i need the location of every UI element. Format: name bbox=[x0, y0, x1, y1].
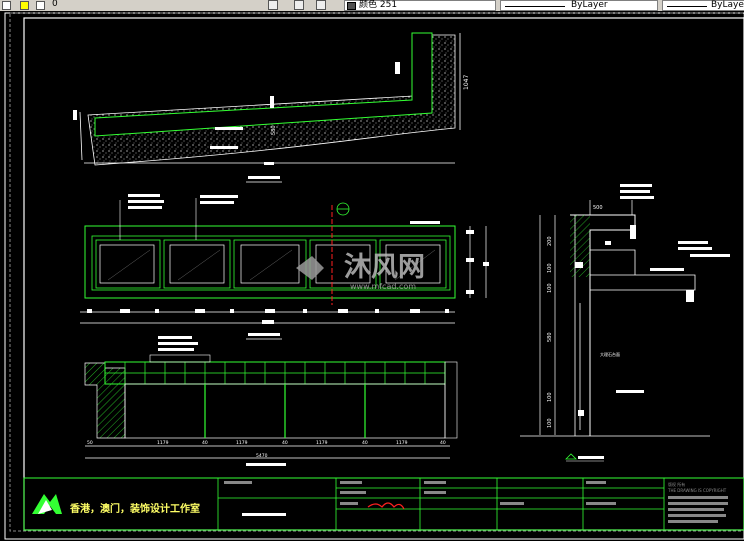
color-label: 颜色 251 bbox=[359, 0, 398, 10]
section-note: 大理石台面 bbox=[600, 351, 620, 357]
bottom-dim-4: 40 bbox=[282, 440, 288, 446]
section-dim-100d: 100 bbox=[547, 418, 553, 428]
bottom-dim-6: 40 bbox=[362, 440, 368, 446]
company-logo bbox=[32, 494, 62, 514]
section-dim-100b: 100 bbox=[547, 283, 553, 293]
bottom-elevation: 50 1179 40 1179 40 1179 40 1179 40 5470 bbox=[84, 336, 458, 466]
bottom-dim-7: 1179 bbox=[396, 440, 408, 446]
lineweight-preview-icon bbox=[667, 6, 707, 7]
company-name: 香港，澳门，装饰设计工作室 bbox=[70, 502, 200, 515]
bottom-dim-1: 1179 bbox=[157, 440, 169, 446]
layer-previous-icon[interactable] bbox=[316, 0, 326, 10]
plan-view: 1047 580 bbox=[73, 32, 470, 183]
bottom-dim-2: 40 bbox=[202, 440, 208, 446]
cad-drawing: 1047 580 沐风网 www.mfcad.com 500 200 100 1… bbox=[4, 12, 744, 540]
bottom-dim-0: 50 bbox=[87, 440, 93, 446]
copyright-line2: THE DRAWING IS COPYRIGHT bbox=[667, 488, 727, 493]
color-dropdown[interactable]: 颜色 251 bbox=[344, 0, 496, 11]
plan-dim-580: 580 bbox=[271, 125, 277, 135]
color-square-icon[interactable] bbox=[36, 1, 45, 10]
watermark-text: 沐风网 bbox=[344, 252, 425, 283]
bottom-dim-8: 40 bbox=[440, 440, 446, 446]
section-dim-100c: 100 bbox=[547, 392, 553, 402]
bottom-dim-total: 5470 bbox=[256, 453, 268, 459]
drawing-canvas[interactable]: 1047 580 沐风网 www.mfcad.com 500 200 100 1… bbox=[0, 11, 744, 541]
layer-value[interactable]: 0 bbox=[52, 0, 58, 10]
color-swatch-icon bbox=[347, 2, 356, 10]
plan-dim-1047: 1047 bbox=[463, 75, 470, 90]
copyright-line1: 版权 所有 bbox=[668, 481, 685, 487]
title-block: 版权 所有 THE DRAWING IS COPYRIGHT 香港，澳门，装饰设… bbox=[23, 477, 744, 531]
bottom-dim-3: 1179 bbox=[236, 440, 248, 446]
section-view: 500 200 100 100 580 100 100 大理石台面 bbox=[520, 184, 730, 462]
make-current-icon[interactable] bbox=[294, 0, 304, 10]
section-dim-580: 580 bbox=[547, 332, 553, 342]
linetype-dropdown[interactable]: ByLayer bbox=[500, 0, 658, 11]
bottom-dim-5: 1179 bbox=[316, 440, 328, 446]
watermark: 沐风网 www.mfcad.com bbox=[296, 252, 425, 291]
layer-state-icon[interactable] bbox=[2, 1, 11, 10]
linetype-preview-icon bbox=[505, 6, 565, 7]
lineweight-label: ByLayer bbox=[711, 0, 744, 10]
watermark-url: www.mfcad.com bbox=[350, 282, 416, 291]
section-dim-200: 200 bbox=[547, 236, 553, 246]
layer-properties-icon[interactable] bbox=[268, 0, 278, 10]
section-dim-500: 500 bbox=[593, 205, 603, 211]
lineweight-dropdown[interactable]: ByLayer bbox=[662, 0, 744, 11]
linetype-label: ByLayer bbox=[571, 0, 608, 10]
front-elevation bbox=[80, 194, 489, 340]
section-dim-100a: 100 bbox=[547, 263, 553, 273]
sun-icon[interactable] bbox=[20, 1, 29, 10]
